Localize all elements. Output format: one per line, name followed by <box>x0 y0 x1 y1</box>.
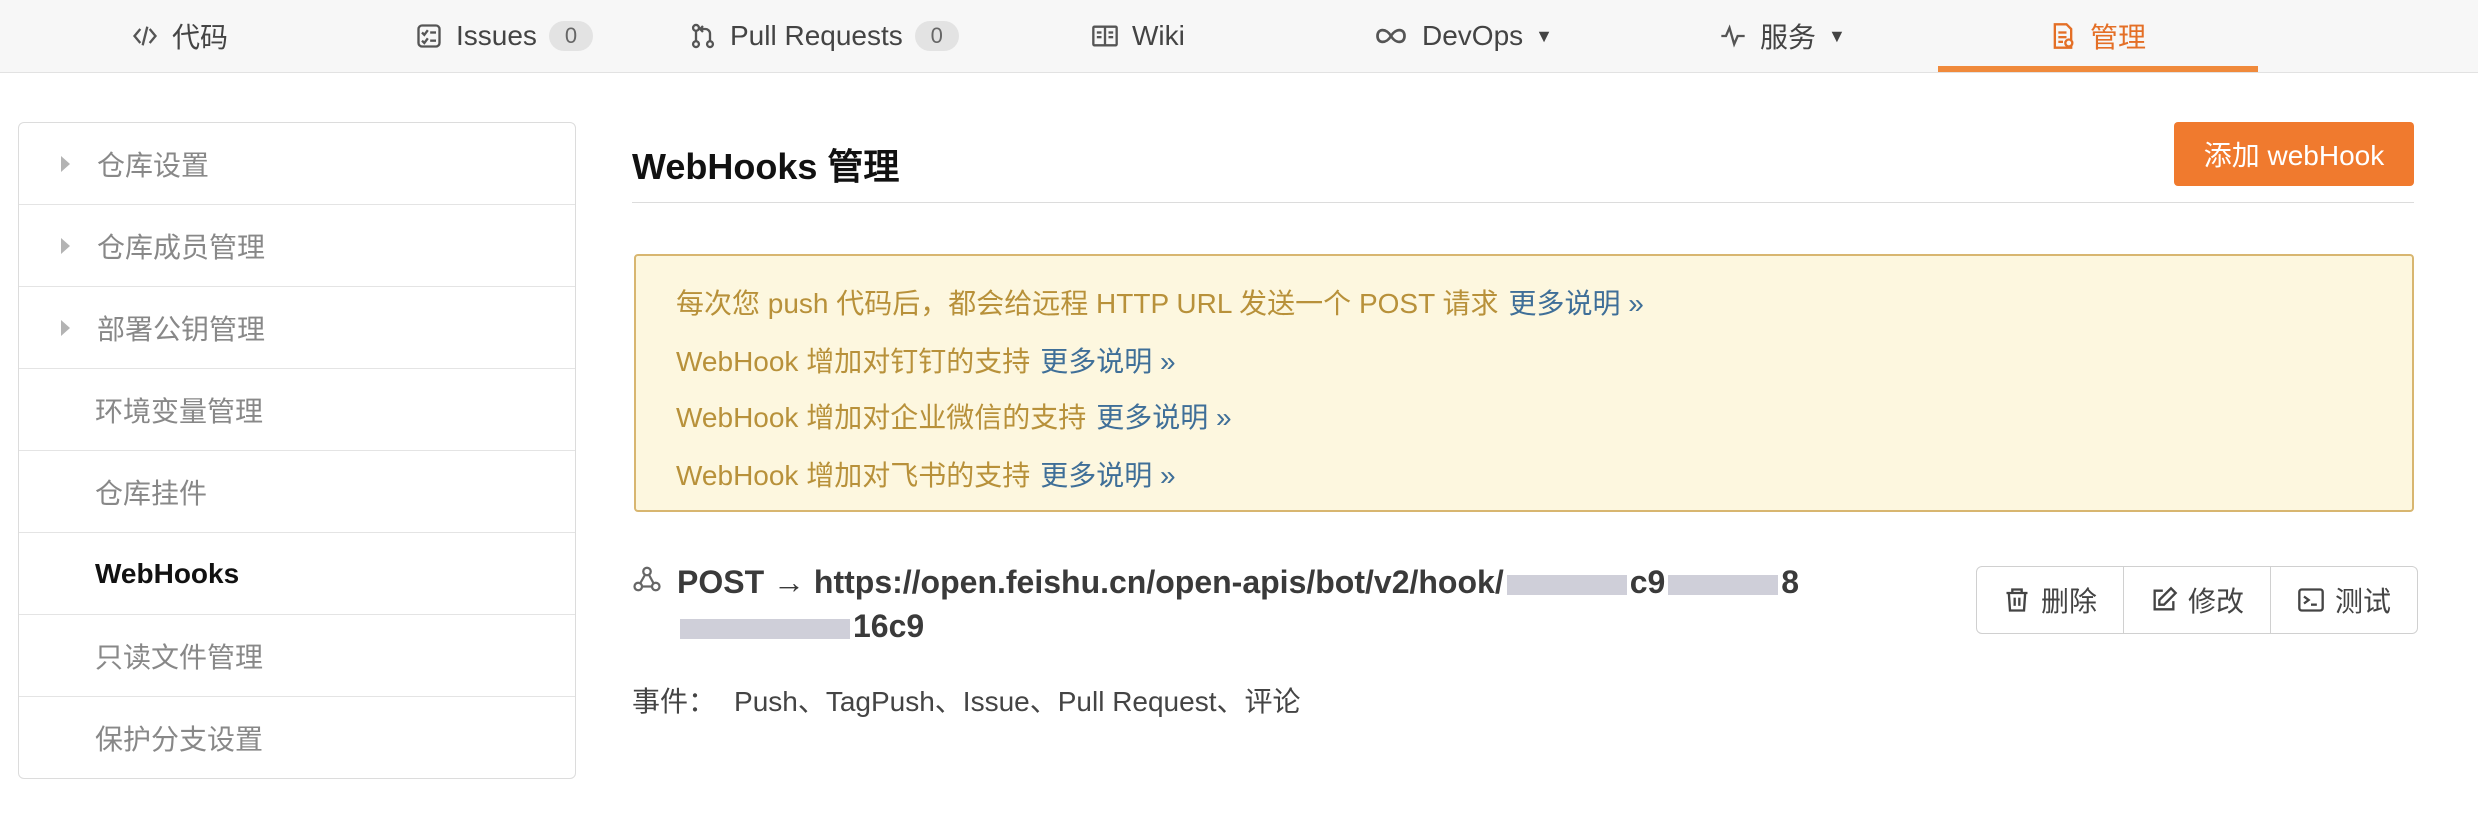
delete-label: 删除 <box>2040 586 2097 617</box>
notice-text: WebHook 增加对飞书的支持 <box>676 460 1031 491</box>
redacted-block <box>1668 574 1779 595</box>
webhook-url-tail: 16c9 <box>853 608 925 644</box>
tab-pull-requests[interactable]: Pull Requests 0 <box>688 0 959 72</box>
notice-text: WebHook 增加对钉钉的支持 <box>676 346 1031 377</box>
notice-line: WebHook 增加对飞书的支持 更多说明 » <box>676 454 1176 494</box>
sidebar-item-label: 仓库挂件 <box>95 477 208 509</box>
notice-text: 每次您 push 代码后，都会给远程 HTTP URL 发送一个 POST 请求 <box>676 288 1499 319</box>
tab-services-label: 服务 <box>1760 22 1817 53</box>
sidebar-item-label: 部署公钥管理 <box>97 313 266 345</box>
sidebar-item-label: 只读文件管理 <box>95 641 264 673</box>
tab-issues-label: Issues <box>456 20 537 51</box>
events-label: 事件： <box>632 686 717 717</box>
caret-right-icon <box>61 319 70 336</box>
more-info-link[interactable]: 更多说明 » <box>1096 402 1231 433</box>
settings-sidebar: 仓库设置 仓库成员管理 部署公钥管理 环境变量管理 仓库挂件 WebHooks … <box>18 122 576 779</box>
webhook-url-part: c9 <box>1629 564 1666 600</box>
pull-request-icon <box>688 21 718 51</box>
sidebar-item-protected-branches[interactable]: 保护分支设置 <box>19 697 575 778</box>
info-notice: 每次您 push 代码后，都会给远程 HTTP URL 发送一个 POST 请求… <box>634 254 2414 512</box>
webhook-url-prefix: POST → https://open.feishu.cn/open-apis/… <box>677 564 1504 600</box>
webhook-url[interactable]: POST → https://open.feishu.cn/open-apis/… <box>677 560 1877 648</box>
caret-right-icon <box>61 155 70 172</box>
page-title: WebHooks 管理 <box>632 146 900 187</box>
tab-devops-label: DevOps <box>1422 20 1524 51</box>
manage-icon <box>2048 21 2078 51</box>
edit-icon <box>2153 586 2178 611</box>
sidebar-item-label: 环境变量管理 <box>95 395 264 427</box>
sidebar-item-members[interactable]: 仓库成员管理 <box>19 205 575 287</box>
divider <box>632 202 2414 203</box>
issues-icon <box>414 21 444 51</box>
webhook-events: 事件： Push、TagPush、Issue、Pull Request、评论 <box>632 680 1300 720</box>
notice-line: WebHook 增加对企业微信的支持 更多说明 » <box>676 396 1232 436</box>
tab-wiki-label: Wiki <box>1132 20 1185 51</box>
tab-manage-label: 管理 <box>2090 22 2147 53</box>
add-webhook-button[interactable]: 添加 webHook <box>2174 122 2414 186</box>
more-info-link[interactable]: 更多说明 » <box>1508 288 1643 319</box>
events-list: Push、TagPush、Issue、Pull Request、评论 <box>734 686 1301 717</box>
redacted-block <box>1506 574 1627 595</box>
webhook-url-part: 8 <box>1781 564 1800 600</box>
webhook-icon <box>632 564 662 594</box>
issues-count-badge: 0 <box>548 21 593 51</box>
pull-requests-count-badge: 0 <box>914 21 959 51</box>
delete-button[interactable]: 删除 <box>1977 567 2124 633</box>
webhook-actions: 删除 修改 测试 <box>1976 566 2418 634</box>
code-icon <box>130 21 160 51</box>
tab-pull-requests-label: Pull Requests <box>730 20 903 51</box>
notice-line: 每次您 push 代码后，都会给远程 HTTP URL 发送一个 POST 请求… <box>676 282 1644 322</box>
tab-issues[interactable]: Issues 0 <box>414 0 593 72</box>
sidebar-item-label: 仓库设置 <box>97 149 210 181</box>
infinity-icon <box>1372 21 1410 51</box>
tab-services[interactable]: 服务 ▼ <box>1718 0 1846 72</box>
tab-devops[interactable]: DevOps ▼ <box>1372 0 1553 72</box>
sidebar-item-deploy-keys[interactable]: 部署公钥管理 <box>19 287 575 369</box>
sidebar-item-widgets[interactable]: 仓库挂件 <box>19 451 575 533</box>
chevron-down-icon: ▼ <box>1535 25 1553 46</box>
edit-label: 修改 <box>2187 586 2244 617</box>
caret-right-icon <box>61 237 70 254</box>
edit-button[interactable]: 修改 <box>2124 567 2271 633</box>
notice-text: WebHook 增加对企业微信的支持 <box>676 402 1087 433</box>
pulse-icon <box>1718 21 1748 51</box>
sidebar-item-label: 保护分支设置 <box>95 723 264 755</box>
notice-line: WebHook 增加对钉钉的支持 更多说明 » <box>676 340 1176 380</box>
test-label: 测试 <box>2334 586 2391 617</box>
test-button[interactable]: 测试 <box>2271 567 2417 633</box>
tab-wiki[interactable]: Wiki <box>1090 0 1185 72</box>
sidebar-item-webhooks[interactable]: WebHooks <box>19 533 575 615</box>
sidebar-item-label: WebHooks <box>95 557 240 589</box>
more-info-link[interactable]: 更多说明 » <box>1040 346 1175 377</box>
sidebar-item-env-vars[interactable]: 环境变量管理 <box>19 369 575 451</box>
sidebar-item-repo-settings[interactable]: 仓库设置 <box>19 123 575 205</box>
terminal-icon <box>2298 588 2324 612</box>
wiki-icon <box>1090 21 1120 51</box>
active-tab-indicator <box>1938 66 2258 72</box>
redacted-block <box>680 618 850 639</box>
tab-code-label: 代码 <box>172 22 229 53</box>
sidebar-item-readonly-files[interactable]: 只读文件管理 <box>19 615 575 697</box>
sidebar-item-label: 仓库成员管理 <box>97 231 266 263</box>
top-navigation: 代码 Issues 0 Pull Requests 0 Wiki DevOps … <box>0 0 2478 73</box>
trash-icon <box>2006 588 2028 612</box>
tab-code[interactable]: 代码 <box>130 0 228 72</box>
chevron-down-icon: ▼ <box>1828 25 1846 46</box>
tab-manage[interactable]: 管理 <box>2048 0 2146 72</box>
more-info-link[interactable]: 更多说明 » <box>1040 460 1175 491</box>
